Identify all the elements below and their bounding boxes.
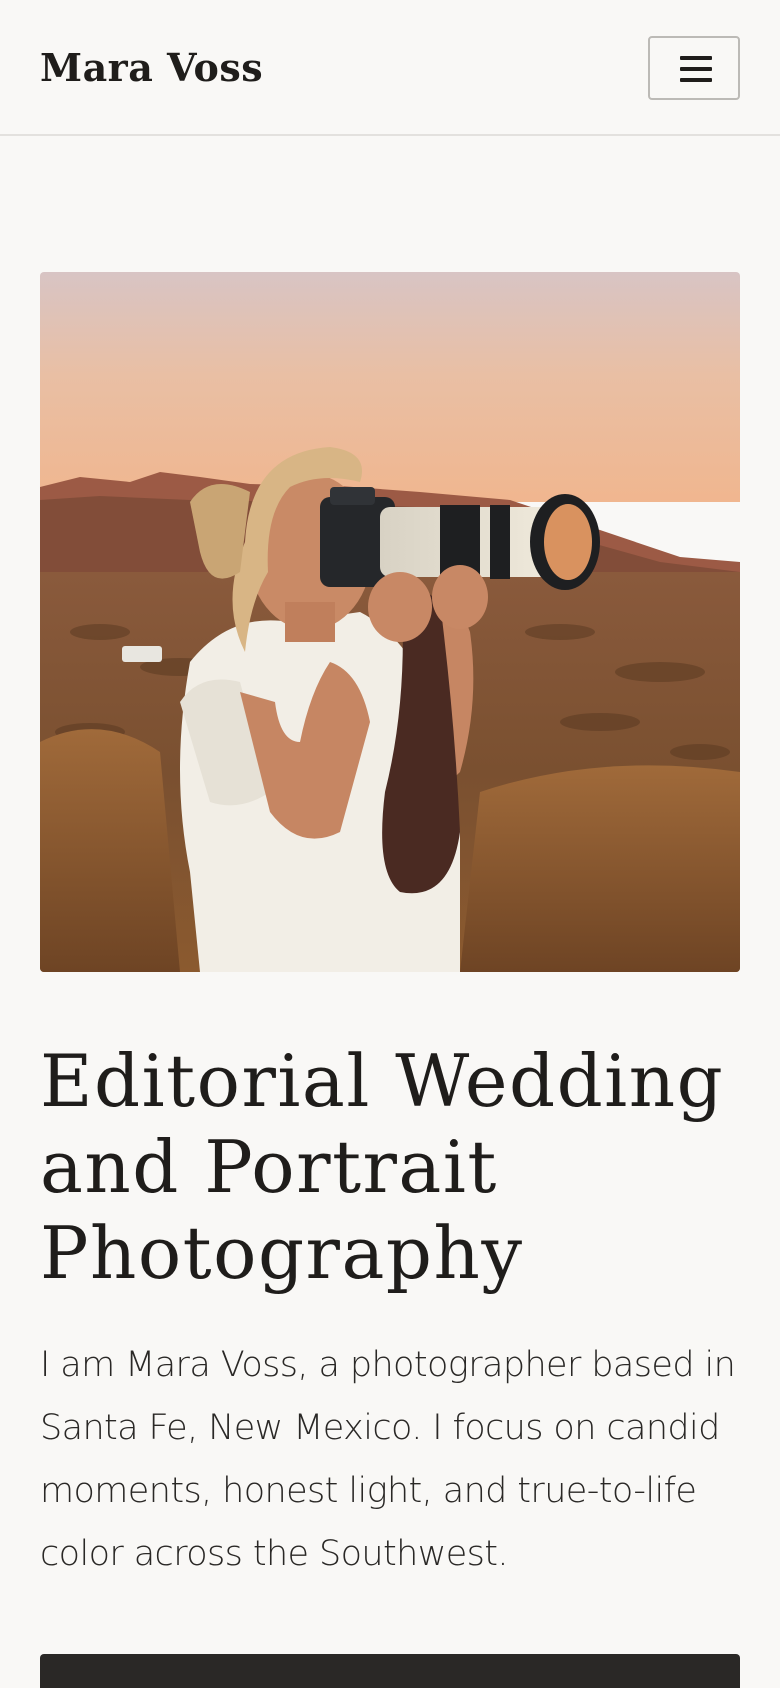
menu-toggle-button[interactable]: [648, 36, 740, 100]
hero-intro-text: I am Mara Voss, a photographer based in …: [40, 1345, 736, 1574]
hero-cta-button[interactable]: [40, 1654, 740, 1688]
site-brand[interactable]: Mara Voss: [40, 40, 263, 96]
hero-headline: Editorial Wedding and Portrait Photograp…: [40, 1039, 725, 1295]
hero-photo: [40, 272, 740, 972]
site-header: Mara Voss: [0, 0, 780, 136]
